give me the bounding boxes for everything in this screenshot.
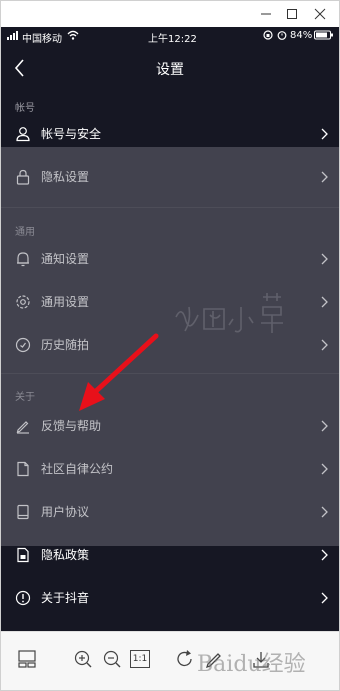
window-titlebar bbox=[1, 1, 339, 27]
minimize-icon bbox=[261, 13, 271, 15]
close-button[interactable] bbox=[309, 3, 331, 25]
phone-screen: 中国移动 上午12:22 84% 设置 帐号 帐号与安全 隐私设置 通用 通知设… bbox=[1, 27, 339, 631]
thumbnail-view-icon[interactable] bbox=[16, 648, 38, 670]
close-icon bbox=[314, 8, 326, 20]
actual-size-button[interactable]: 1:1 bbox=[130, 650, 150, 668]
red-arrow-icon bbox=[79, 333, 159, 411]
rotate-icon[interactable] bbox=[174, 648, 196, 670]
zoom-out-icon[interactable] bbox=[101, 648, 123, 670]
handwritten-watermark bbox=[175, 293, 283, 333]
zoom-in-icon[interactable] bbox=[72, 648, 94, 670]
viewer-toolbar: 1:1 Baidu经验 bbox=[1, 631, 339, 690]
minimize-button[interactable] bbox=[255, 3, 277, 25]
maximize-icon bbox=[287, 9, 297, 19]
maximize-button[interactable] bbox=[281, 3, 303, 25]
annotation-layer bbox=[79, 293, 283, 411]
screenshot-viewer-window: 中国移动 上午12:22 84% 设置 帐号 帐号与安全 隐私设置 通用 通知设… bbox=[0, 0, 340, 691]
baidu-jingyan-watermark: Baidu经验 bbox=[197, 652, 306, 677]
